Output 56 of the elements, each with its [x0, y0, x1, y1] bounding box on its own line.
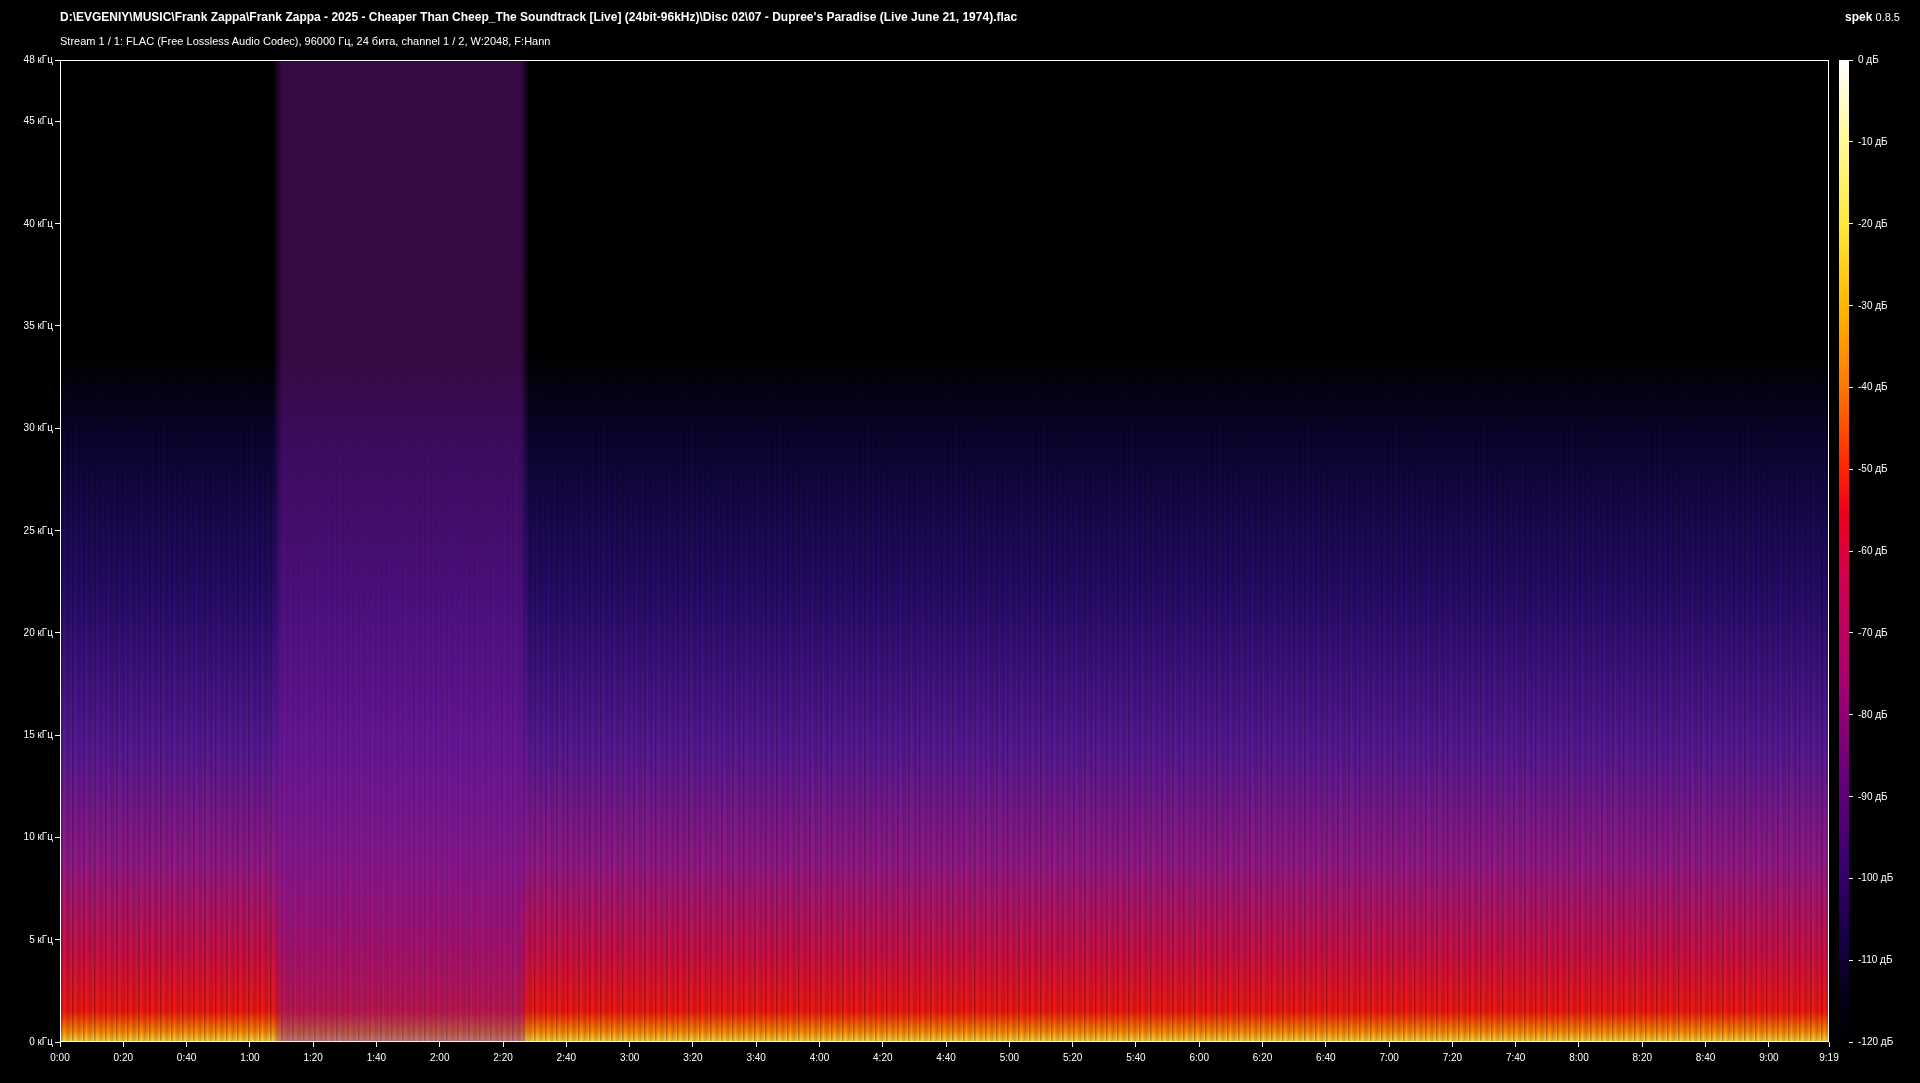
- time-label: 5:20: [1062, 1052, 1083, 1064]
- frequency-label: 40 кГц: [23, 217, 53, 230]
- time-label: 7:40: [1505, 1052, 1526, 1064]
- time-label: 0:40: [176, 1052, 197, 1064]
- frequency-label: 30 кГц: [23, 422, 53, 435]
- time-label: 5:00: [999, 1052, 1020, 1064]
- decibel-label: -110 дБ: [1858, 954, 1893, 967]
- frequency-label: 45 кГц: [23, 115, 53, 128]
- time-label: 8:00: [1569, 1052, 1589, 1064]
- decibel-label: 0 дБ: [1858, 54, 1879, 66]
- time-label: 8:20: [1632, 1052, 1652, 1064]
- frequency-label: 25 кГц: [23, 524, 53, 537]
- frequency-label: 0 кГц: [29, 1036, 53, 1048]
- time-label: 3:20: [683, 1052, 703, 1064]
- time-label: 5:40: [1126, 1052, 1146, 1064]
- time-label: 2:00: [430, 1052, 450, 1064]
- time-label: 6:40: [1316, 1052, 1336, 1064]
- time-label: 6:20: [1252, 1052, 1273, 1064]
- decibel-label: -10 дБ: [1858, 135, 1888, 148]
- frequency-label: 10 кГц: [23, 831, 53, 844]
- decibel-label: -30 дБ: [1858, 299, 1888, 312]
- time-label: 1:00: [240, 1052, 260, 1064]
- time-label: 9:19: [1819, 1052, 1839, 1064]
- decibel-label: -60 дБ: [1858, 545, 1888, 557]
- decibel-label: -90 дБ: [1858, 790, 1888, 803]
- frequency-label: 35 кГц: [23, 319, 53, 332]
- file-path-title: D:\EVGENIY\MUSIC\Frank Zappa\Frank Zappa - 2025 - Cheaper Than Cheep_The Soundtrack [Live] (24bit-96kHz)\Disc 02\07 - Dupree's Paradise (Live June 21, 1974).flac: [60, 9, 1018, 25]
- time-label: 7:00: [1379, 1052, 1399, 1064]
- decibel-label: -40 дБ: [1858, 381, 1888, 394]
- stream-info: Stream 1 / 1: FLAC (Free Lossless Audio Codec), 96000 Гц, 24 бита, channel 1 / 2, W:2048, F:Hann: [60, 34, 552, 48]
- time-label: 0:20: [113, 1052, 133, 1064]
- time-label: 4:00: [809, 1052, 830, 1064]
- frequency-label: 15 кГц: [23, 729, 53, 742]
- time-label: 7:20: [1442, 1052, 1463, 1064]
- frequency-label: 20 кГц: [23, 626, 53, 639]
- frequency-label: 48 кГц: [23, 54, 53, 66]
- time-label: 0:00: [50, 1052, 70, 1064]
- time-label: 2:20: [493, 1052, 513, 1064]
- decibel-label: -50 дБ: [1858, 463, 1888, 476]
- decibel-label: -20 дБ: [1858, 217, 1888, 230]
- time-label: 3:00: [619, 1052, 640, 1064]
- frequency-label: 5 кГц: [29, 933, 53, 946]
- time-label: 8:40: [1695, 1052, 1716, 1064]
- time-label: 2:40: [556, 1052, 577, 1064]
- time-label: 1:20: [303, 1052, 323, 1064]
- time-label: 3:40: [746, 1052, 766, 1064]
- time-label: 9:00: [1759, 1052, 1779, 1064]
- decibel-label: -80 дБ: [1858, 708, 1888, 721]
- app-name: spek 0.8.5: [1845, 9, 1900, 25]
- time-label: 1:40: [366, 1052, 387, 1064]
- decibel-label: -100 дБ: [1858, 872, 1894, 885]
- time-label: 6:00: [1189, 1052, 1209, 1064]
- decibel-label: -120 дБ: [1858, 1036, 1894, 1048]
- decibel-label: -70 дБ: [1858, 626, 1888, 639]
- time-label: 4:20: [873, 1052, 893, 1064]
- time-label: 4:40: [936, 1052, 956, 1064]
